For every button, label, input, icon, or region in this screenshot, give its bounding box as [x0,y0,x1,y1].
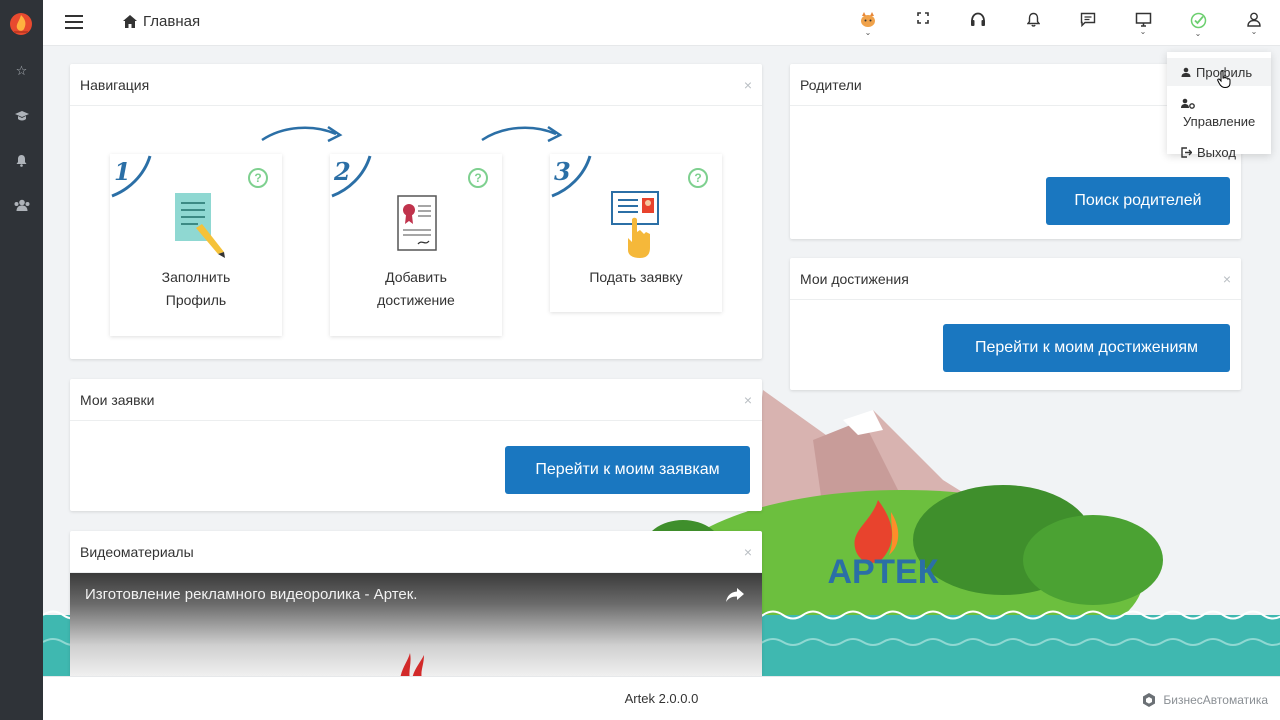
step-label: Добавить [385,269,447,285]
breadcrumb-home[interactable]: Главная [143,13,200,30]
bell-icon[interactable] [0,148,43,172]
menu-item-label[interactable]: Выход [1197,145,1236,160]
step-label: достижение [377,292,455,308]
logo-flame[interactable] [8,10,34,36]
step-card-submit-application[interactable]: 3 ? Подать заявку [550,154,722,312]
help-icon[interactable]: ? [248,168,268,188]
close-icon[interactable]: × [1223,271,1231,287]
step-card-fill-profile[interactable]: 1 ? Заполнить Профиль [110,154,282,336]
breadcrumb[interactable]: Главная [123,13,200,30]
chevron-down-icon: ⌄ [1250,27,1258,36]
step-number: 1 [111,155,152,198]
flame-logo-icon [400,653,424,676]
certificate-icon [397,195,437,251]
search-parents-button[interactable]: Поиск родителей [1046,177,1230,225]
applications-panel: Мои заявки × Перейти к моим заявкам [70,379,762,511]
panel-title: Мои заявки [80,391,155,408]
star-icon[interactable]: ☆ [0,59,43,83]
share-icon[interactable] [725,587,745,603]
step-label: Заполнить [161,269,231,285]
users-icon[interactable] [0,193,43,217]
home-icon [123,15,137,28]
close-icon[interactable]: × [744,77,752,93]
menu-toggle-icon[interactable] [65,15,83,29]
fullscreen-icon[interactable] [910,12,936,42]
bell-icon[interactable] [1020,12,1046,42]
id-card-hand-icon [611,191,659,258]
close-icon[interactable]: × [744,544,752,560]
help-icon[interactable]: ? [468,168,488,188]
video-title[interactable]: Изготовление рекламного видеоролика - Ар… [85,586,417,603]
person-icon [1181,67,1191,77]
footer: Artek 2.0.0.0 БизнесАвтоматика [43,676,1280,720]
video-player[interactable]: Изготовление рекламного видеоролика - Ар… [70,573,762,676]
help-icon[interactable]: ? [688,168,708,188]
hexagon-logo-icon [1143,693,1156,707]
chevron-down-icon: ⌄ [1194,29,1202,38]
menu-item-label[interactable]: Управление [1183,114,1255,129]
monitor-icon[interactable]: ⌄ [1130,12,1156,42]
panel-title: Мои достижения [800,270,909,287]
user-icon[interactable]: ⌄ [1241,12,1267,42]
menu-item-management[interactable]: Управление [1167,110,1271,132]
chevron-down-icon: ⌄ [864,28,872,37]
chevron-down-icon: ⌄ [1139,27,1147,36]
left-sidebar: ☆ [0,0,43,720]
version-label: Artek 2.0.0.0 [624,691,699,706]
go-to-achievements-button[interactable]: Перейти к моим достижениям [943,324,1230,372]
headset-icon[interactable] [965,12,991,42]
panel-title: Навигация [80,76,150,93]
close-icon[interactable]: × [744,392,752,408]
step-number: 3 [551,155,592,198]
vendor-logo[interactable]: БизнесАвтоматика [1141,692,1268,708]
step-label: Профиль [165,292,227,308]
panel-title: Родители [800,76,862,93]
artek-logo-text: АРТЕК [828,553,939,591]
pet-icon[interactable]: ⌄ [855,12,881,42]
go-to-applications-button[interactable]: Перейти к моим заявкам [505,446,750,494]
status-check-icon[interactable]: ⌄ [1185,12,1211,42]
menu-item-logout[interactable]: Выход [1167,142,1271,162]
arrow-icon [261,125,343,143]
step-card-add-achievement[interactable]: 2 ? Добавить достижение [330,154,502,336]
svg-text:1: 1 [114,157,131,186]
arrow-icon [481,125,563,143]
svg-text:2: 2 [333,157,351,186]
chat-icon[interactable] [1075,12,1101,42]
top-bar: Главная ⌄ ⌄ ⌄ ⌄ [43,0,1280,46]
achievements-panel: Мои достижения × Перейти к моим достижен… [790,258,1241,390]
panel-title: Видеоматериалы [80,543,194,560]
step-label: Подать заявку [589,269,683,285]
vendor-name: БизнесАвтоматика [1163,693,1268,707]
step-number: 2 [331,155,372,198]
logout-icon [1181,146,1192,158]
svg-text:3: 3 [554,157,571,186]
user-dropdown-menu: Профиль Управление Выход [1167,52,1271,160]
document-edit-icon [175,193,225,258]
hand-cursor-icon [1217,70,1231,88]
graduation-cap-icon[interactable] [0,104,43,128]
